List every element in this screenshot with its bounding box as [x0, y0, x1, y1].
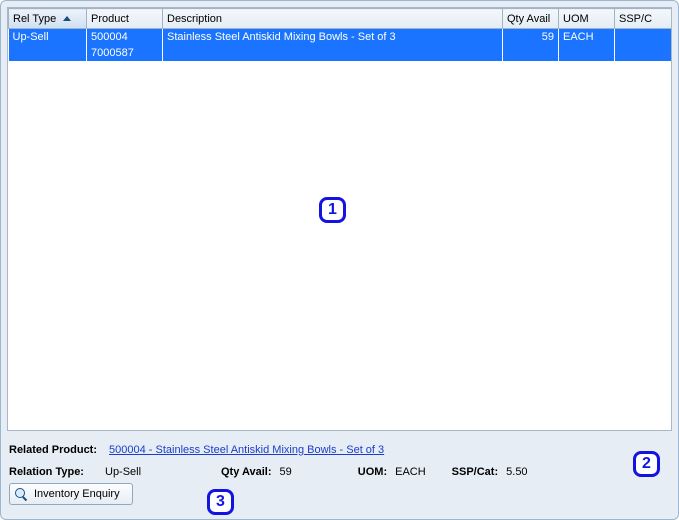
cell-uom: EACH: [559, 29, 615, 46]
cell-rel-type: Up-Sell: [9, 29, 87, 46]
col-description[interactable]: Description: [163, 9, 503, 29]
related-products-panel: Rel Type Product Description Qty Avail U…: [0, 0, 679, 520]
cell-product: 7000587: [87, 45, 163, 61]
relation-type-label: Relation Type:: [9, 466, 101, 478]
table-row[interactable]: 7000587 i6.: [9, 45, 672, 61]
related-product-label: Related Product:: [9, 444, 97, 456]
cell-ssp: i6.: [615, 45, 672, 61]
info-row-product: Related Product: 500004 - Stainless Stee…: [9, 439, 670, 461]
related-product-link[interactable]: 500004 - Stainless Steel Antiskid Mixing…: [109, 444, 384, 456]
sort-asc-icon: [63, 16, 71, 21]
qty-avail-value: 59: [280, 466, 292, 478]
cell-product: 500004: [87, 29, 163, 46]
col-uom[interactable]: UOM: [559, 9, 615, 29]
cell-qty-avail: [503, 45, 559, 61]
cell-ssp: 5.: [615, 29, 672, 46]
relation-type-value: Up-Sell: [105, 466, 195, 478]
cell-rel-type: [9, 45, 87, 61]
ssp-cat-label: SSP/Cat:: [452, 466, 498, 478]
cell-qty-avail: 59: [503, 29, 559, 46]
cell-description: Stainless Steel Antiskid Mixing Bowls - …: [163, 29, 503, 46]
related-products-table: Rel Type Product Description Qty Avail U…: [8, 8, 671, 61]
col-rel-type[interactable]: Rel Type: [9, 9, 87, 29]
info-row-actions: Inventory Enquiry: [9, 483, 670, 505]
search-icon: [14, 487, 28, 501]
ssp-cat-value: 5.50: [506, 466, 527, 478]
info-row-details: Relation Type: Up-Sell Qty Avail: 59 UOM…: [9, 461, 670, 483]
qty-avail-label: Qty Avail:: [221, 466, 272, 478]
cell-description: [163, 45, 503, 61]
inventory-enquiry-label: Inventory Enquiry: [34, 488, 120, 500]
table-header-row: Rel Type Product Description Qty Avail U…: [9, 9, 672, 29]
inventory-enquiry-button[interactable]: Inventory Enquiry: [9, 483, 133, 505]
callout-2: 2: [633, 451, 660, 477]
uom-label: UOM:: [358, 466, 387, 478]
col-product[interactable]: Product: [87, 9, 163, 29]
uom-value: EACH: [395, 466, 426, 478]
col-rel-type-label: Rel Type: [13, 13, 56, 25]
col-qty-avail[interactable]: Qty Avail: [503, 9, 559, 29]
callout-3: 3: [207, 489, 234, 515]
callout-1: 1: [319, 197, 346, 223]
table-row[interactable]: Up-Sell 500004 Stainless Steel Antiskid …: [9, 29, 672, 46]
cell-uom: [559, 45, 615, 61]
detail-info-area: Related Product: 500004 - Stainless Stee…: [9, 439, 670, 513]
col-ssp-cat[interactable]: SSP/C: [615, 9, 672, 29]
